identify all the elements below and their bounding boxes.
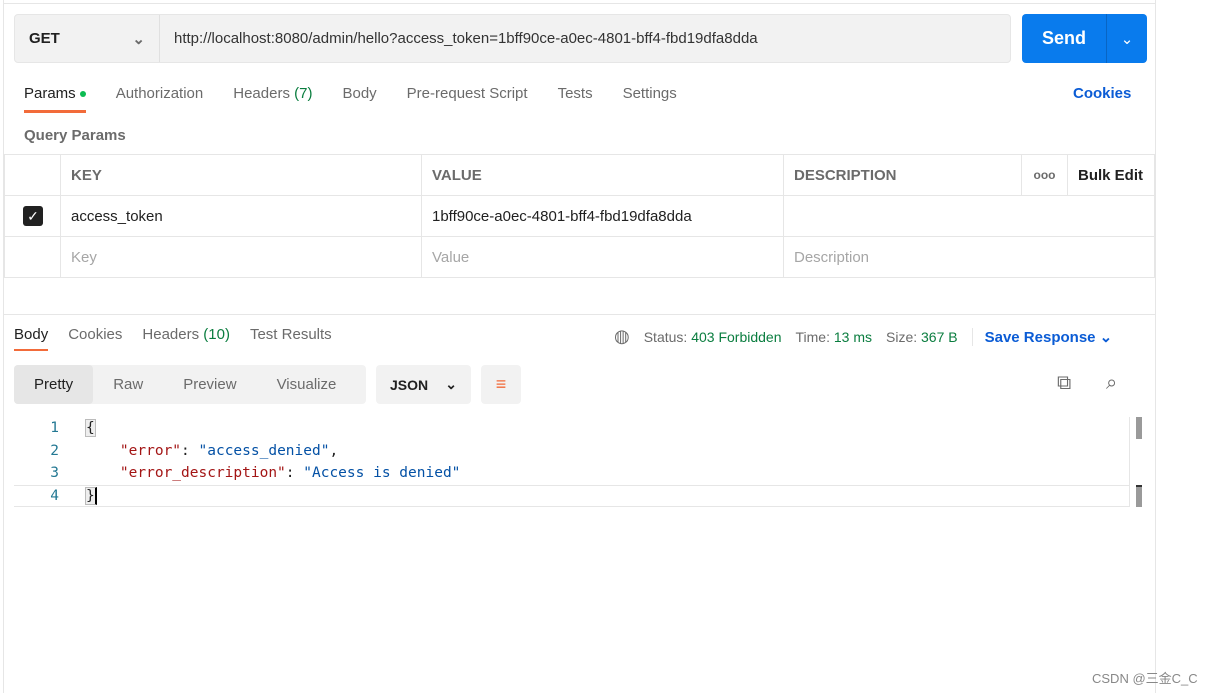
view-visualize[interactable]: Visualize bbox=[257, 365, 357, 404]
punct: , bbox=[329, 442, 339, 459]
params-table: KEY VALUE DESCRIPTION ooo Bulk Edit ✓ ac… bbox=[4, 154, 1155, 278]
view-preview[interactable]: Preview bbox=[163, 365, 256, 404]
tab-tests[interactable]: Tests bbox=[558, 85, 593, 113]
format-label: JSON bbox=[390, 376, 429, 393]
headers-count: (7) bbox=[294, 85, 313, 102]
json-key: "error_description" bbox=[119, 465, 286, 482]
bulk-edit-button[interactable]: Bulk Edit bbox=[1067, 154, 1155, 196]
editor-scrollbar[interactable] bbox=[1129, 417, 1147, 507]
view-raw[interactable]: Raw bbox=[93, 365, 163, 404]
send-button[interactable]: Send bbox=[1022, 14, 1107, 63]
json-key: "error" bbox=[119, 442, 182, 459]
wrap-lines-icon[interactable]: ≡ bbox=[481, 365, 521, 404]
tab-headers[interactable]: Headers (7) bbox=[233, 85, 312, 113]
empty-cell bbox=[4, 236, 61, 278]
tab-params[interactable]: Params bbox=[24, 85, 86, 113]
tab-label: Headers bbox=[142, 326, 200, 343]
size: Size: 367 B bbox=[886, 329, 958, 345]
send-button-group: Send ⌄ bbox=[1022, 14, 1147, 63]
tab-authorization[interactable]: Authorization bbox=[116, 85, 204, 113]
table-row-empty: Key Value Description bbox=[4, 236, 1155, 278]
line-number: 1 bbox=[50, 420, 59, 437]
view-mode-tabs: Pretty Raw Preview Visualize bbox=[14, 365, 366, 404]
json-value: "access_denied" bbox=[198, 442, 330, 459]
table-header: KEY VALUE DESCRIPTION ooo Bulk Edit bbox=[4, 154, 1155, 196]
response-body-editor[interactable]: 1{ 2 "error": "access_denied", 3 "error_… bbox=[14, 417, 1129, 507]
table-row: ✓ access_token 1bff90ce-a0ec-4801-bff4-f… bbox=[4, 195, 1155, 237]
status: Status: 403 Forbidden bbox=[644, 329, 782, 345]
time-value: 13 ms bbox=[833, 328, 872, 345]
response-tabs: Body Cookies Headers (10) Test Results bbox=[14, 326, 352, 351]
active-dot-icon bbox=[79, 91, 86, 98]
param-key[interactable]: access_token bbox=[60, 195, 422, 237]
cookies-link[interactable]: Cookies bbox=[1073, 85, 1131, 102]
param-value[interactable]: 1bff90ce-a0ec-4801-bff4-fbd19dfa8dda bbox=[421, 195, 784, 237]
tab-response-cookies[interactable]: Cookies bbox=[68, 326, 122, 351]
headers-count: (10) bbox=[203, 326, 230, 343]
key-input[interactable]: Key bbox=[60, 236, 422, 278]
method-label: GET bbox=[29, 30, 60, 47]
line-number: 4 bbox=[50, 487, 59, 504]
tab-response-body[interactable]: Body bbox=[14, 326, 49, 351]
brace: } bbox=[85, 486, 97, 505]
tab-response-headers[interactable]: Headers (10) bbox=[142, 326, 230, 351]
json-value: "Access is denied" bbox=[303, 465, 461, 482]
tab-settings[interactable]: Settings bbox=[623, 85, 677, 113]
code-line: 3 "error_description": "Access is denied… bbox=[14, 462, 1129, 485]
code-text: } bbox=[59, 486, 97, 505]
method-select[interactable]: GET ⌄ bbox=[15, 15, 160, 62]
tab-body[interactable]: Body bbox=[342, 85, 376, 113]
send-options-chevron-icon[interactable]: ⌄ bbox=[1107, 14, 1147, 63]
header-key: KEY bbox=[60, 154, 422, 196]
globe-icon[interactable]: ◍ bbox=[614, 326, 630, 347]
code-line-current: 4} bbox=[14, 484, 1129, 507]
tab-label: Params bbox=[24, 85, 76, 102]
divider bbox=[4, 3, 1155, 4]
tab-pre-request-script[interactable]: Pre-request Script bbox=[407, 85, 528, 113]
description-input[interactable]: Description bbox=[783, 236, 1155, 278]
line-number: 2 bbox=[50, 442, 59, 459]
header-value: VALUE bbox=[421, 154, 784, 196]
value-input[interactable]: Value bbox=[421, 236, 784, 278]
format-select[interactable]: JSON ⌄ bbox=[376, 365, 471, 404]
save-response-button[interactable]: Save Response ⌄ bbox=[971, 327, 1113, 346]
tab-label: Headers bbox=[233, 85, 290, 102]
view-pretty[interactable]: Pretty bbox=[14, 365, 94, 404]
chevron-down-icon: ⌄ bbox=[132, 30, 145, 48]
header-description: DESCRIPTION bbox=[783, 154, 1022, 196]
code-line: 2 "error": "access_denied", bbox=[14, 440, 1129, 463]
tab-test-results[interactable]: Test Results bbox=[250, 326, 332, 351]
query-params-title: Query Params bbox=[24, 127, 126, 144]
chevron-down-icon: ⌄ bbox=[445, 376, 457, 392]
size-label: Size: bbox=[886, 328, 918, 345]
watermark: CSDN @三金C_C bbox=[1092, 671, 1198, 686]
url-input[interactable]: http://localhost:8080/admin/hello?access… bbox=[160, 30, 758, 47]
copy-icon[interactable]: ⧉ bbox=[1057, 372, 1071, 395]
status-label: Status: bbox=[643, 328, 688, 345]
search-icon[interactable]: ⌕ bbox=[1106, 372, 1117, 395]
divider bbox=[4, 314, 1155, 315]
code-text: "error": "access_denied", bbox=[119, 442, 339, 459]
brace: { bbox=[85, 419, 96, 438]
time-label: Time: bbox=[795, 328, 830, 345]
save-label: Save Response bbox=[984, 328, 1096, 346]
line-number: 3 bbox=[50, 465, 59, 482]
request-bar: GET ⌄ http://localhost:8080/admin/hello?a… bbox=[14, 14, 1011, 63]
row-checkbox-cell: ✓ bbox=[4, 195, 61, 237]
status-value: 403 Forbidden bbox=[691, 328, 782, 345]
response-meta: ◍ Status: 403 Forbidden Time: 13 ms Size… bbox=[614, 326, 1112, 347]
code-text: "error_description": "Access is denied" bbox=[119, 465, 461, 482]
header-check bbox=[4, 154, 61, 196]
request-tabs: Params Authorization Headers (7) Body Pr… bbox=[24, 85, 707, 113]
size-value: 367 B bbox=[921, 328, 958, 345]
more-options-icon[interactable]: ooo bbox=[1021, 154, 1068, 196]
chevron-down-icon: ⌄ bbox=[1099, 328, 1113, 346]
checkbox-checked[interactable]: ✓ bbox=[23, 206, 43, 226]
code-line: 1{ bbox=[14, 417, 1129, 440]
param-description[interactable] bbox=[783, 195, 1155, 237]
time: Time: 13 ms bbox=[796, 329, 873, 345]
code-text: { bbox=[59, 419, 96, 438]
